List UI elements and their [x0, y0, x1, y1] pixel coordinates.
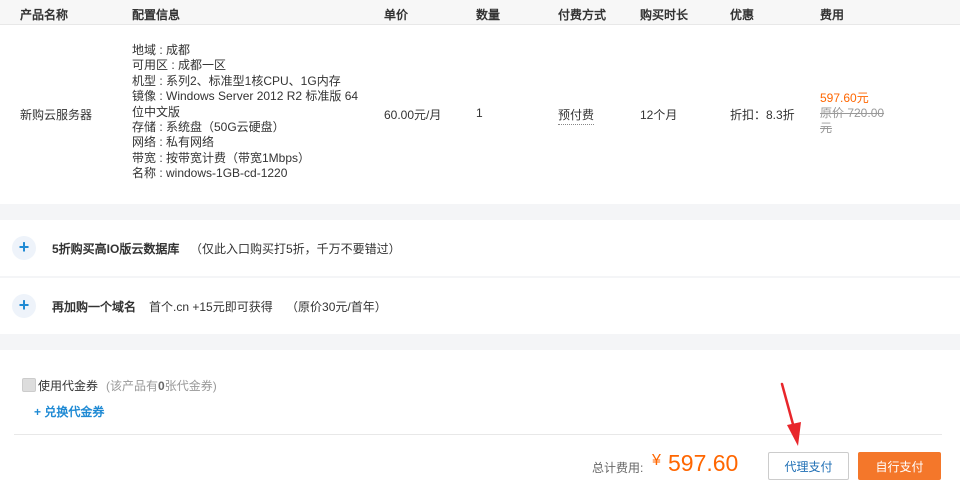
config-region: 地域 : 成都 [132, 43, 191, 57]
config-bandwidth: 带宽 : 按带宽计费（带宽1Mbps） [132, 150, 311, 165]
promo-db[interactable]: + 5折购买高IO版云数据库 （仅此入口购买打5折，千万不要错过） [0, 220, 960, 276]
plus-icon[interactable]: + [12, 294, 36, 318]
total-label: 总计费用: [592, 461, 644, 475]
annotation-arrow-icon [780, 382, 801, 446]
voucher-note-prefix: (该产品有 [106, 379, 158, 393]
col-header-cost: 费用 [820, 8, 845, 22]
currency-symbol: ¥ [652, 452, 661, 469]
discount: 折扣：8.3折 [730, 108, 795, 122]
voucher-note-suffix: 张代金券) [164, 379, 217, 393]
payment-type[interactable]: 预付费 [558, 106, 595, 125]
order-panel: 产品名称 配置信息 单价 数量 付费方式 购买时长 优惠 费用 新购云服务器 地… [0, 0, 960, 204]
config-image: 镜像 : Windows Server 2012 R2 标准版 64 [132, 89, 359, 104]
voucher-checkbox[interactable] [22, 378, 36, 392]
config-image-cont: 位中文版 [132, 104, 181, 119]
cost-original-unit: 元 [820, 121, 833, 135]
col-header-config: 配置信息 [132, 8, 181, 22]
quantity: 1 [476, 106, 483, 120]
col-header-quantity: 数量 [476, 8, 501, 22]
unit-price: 60.00元/月 [384, 108, 442, 122]
voucher-count: 0 [158, 379, 165, 393]
promo-desc: （仅此入口购买打5折，千万不要错过） [190, 242, 401, 256]
promo-domain[interactable]: + 再加购一个域名 首个.cn +15元即可获得 （原价30元/首年） [0, 278, 960, 334]
table-header: 产品名称 配置信息 单价 数量 付费方式 购买时长 优惠 费用 [0, 0, 960, 25]
voucher-label[interactable]: 使用代金券 [38, 377, 98, 394]
config-info: 地域 : 成都 可用区 : 成都一区 机型 : 系列2、标准型1核CPU、1G内… [132, 43, 372, 182]
config-instance-type: 机型 : 系列2、标准型1核CPU、1G内存 [132, 73, 341, 88]
total-amount: 597.60 [668, 450, 739, 476]
config-zone: 可用区 : 成都一区 [132, 58, 227, 73]
product-name: 新购云服务器 [20, 108, 93, 122]
col-header-unit-price: 单价 [384, 8, 409, 22]
col-header-discount: 优惠 [730, 8, 755, 22]
col-header-payment: 付费方式 [558, 8, 607, 22]
config-name: 名称 : windows-1GB-cd-1220 [132, 166, 288, 181]
col-header-product: 产品名称 [20, 8, 69, 22]
exchange-voucher-link[interactable]: + 兑换代金券 [34, 403, 104, 420]
cost-original: 原价 720.00 [820, 106, 885, 120]
cost-cell: 597.60元 原价 720.00 元 [820, 91, 884, 136]
promo-title: 5折购买高IO版云数据库 [52, 242, 180, 256]
config-network: 网络 : 私有网络 [132, 135, 215, 150]
col-header-duration: 购买时长 [640, 8, 689, 22]
config-storage: 存储 : 系统盘（50G云硬盘） [132, 120, 285, 135]
self-pay-button[interactable]: 自行支付 [858, 452, 941, 480]
plus-icon[interactable]: + [12, 236, 36, 260]
promo-title: 再加购一个域名 [52, 300, 137, 314]
cost-now: 597.60元 [820, 91, 869, 105]
duration: 12个月 [640, 108, 678, 122]
voucher-note: (该产品有0张代金券) [106, 377, 217, 394]
proxy-pay-button[interactable]: 代理支付 [768, 452, 849, 480]
promo-desc: 首个.cn +15元即可获得 （原价30元/首年） [149, 300, 387, 314]
